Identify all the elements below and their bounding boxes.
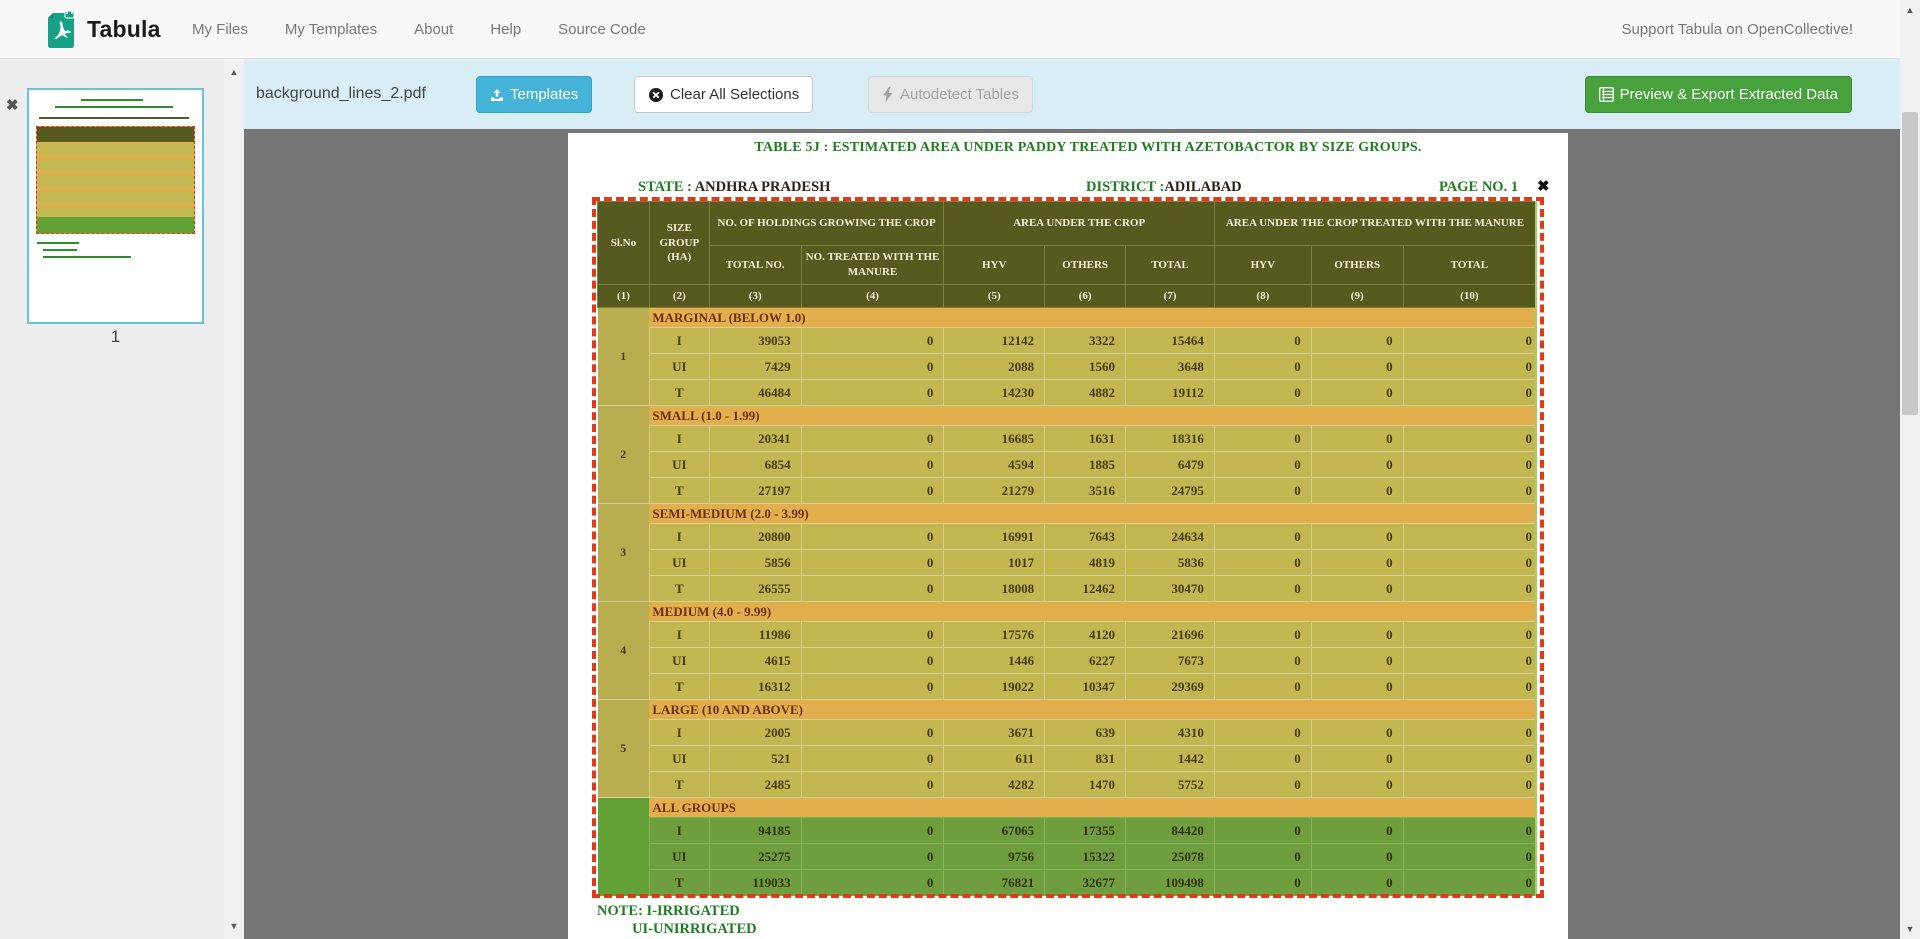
clear-all-selections-button[interactable]: Clear All Selections	[634, 76, 813, 113]
autodetect-tables-button[interactable]: Autodetect Tables	[868, 76, 1033, 113]
nav-item-about[interactable]: About	[414, 21, 453, 38]
thumbnail-meta-line	[39, 117, 189, 119]
upload-icon	[490, 88, 504, 102]
nav-item-help[interactable]: Help	[490, 21, 521, 38]
thumbnail-table-footer	[37, 217, 194, 233]
support-link[interactable]: Support Tabula on OpenCollective!	[1621, 21, 1853, 38]
tabula-app: Tabula My Files My Templates About Help …	[0, 0, 1920, 939]
scroll-down-icon[interactable]: ▼	[1900, 921, 1920, 937]
pdf-page-no: PAGE NO. 1	[1439, 179, 1518, 196]
remove-file-icon[interactable]: ✖	[6, 96, 19, 114]
scroll-up-icon[interactable]: ▲	[1900, 2, 1920, 18]
pdf-note-line1: NOTE: I-IRRIGATED	[597, 903, 740, 920]
scroll-down-icon[interactable]: ▼	[224, 918, 244, 934]
state-label: STATE :	[638, 179, 692, 195]
pdf-page[interactable]: TABLE 5J : ESTIMATED AREA UNDER PADDY TR…	[568, 133, 1568, 939]
pdf-note-line2: UI-UNIRRIGATED	[632, 921, 757, 938]
state-value: ANDHRA PRADESH	[695, 179, 831, 195]
page-thumbnail[interactable]	[27, 88, 204, 324]
flash-icon	[882, 87, 894, 102]
delete-selection-icon[interactable]: ✖	[1537, 177, 1550, 195]
remove-circle-icon	[648, 87, 664, 103]
thumbnail-title-line	[81, 99, 143, 101]
scroll-up-icon[interactable]: ▲	[224, 64, 244, 80]
export-button-label: Preview & Export Extracted Data	[1620, 86, 1838, 103]
nav-item-my-files[interactable]: My Files	[192, 21, 248, 38]
pdf-state-line: STATE : ANDHRA PRADESH	[638, 179, 830, 196]
table-list-icon	[1599, 87, 1614, 102]
pdf-district-line: DISTRICT :ADILABAD	[1086, 179, 1242, 196]
pdf-table-title: TABLE 5J : ESTIMATED AREA UNDER PADDY TR…	[568, 140, 1568, 156]
preview-export-button[interactable]: Preview & Export Extracted Data	[1585, 76, 1852, 113]
nav-item-my-templates[interactable]: My Templates	[285, 21, 377, 38]
nav-item-source-code[interactable]: Source Code	[558, 21, 646, 38]
brand[interactable]: Tabula	[45, 9, 161, 49]
templates-button-label: Templates	[510, 86, 578, 103]
thumbnail-note-line	[43, 256, 131, 258]
pdf-viewer: TABLE 5J : ESTIMATED AREA UNDER PADDY TR…	[244, 129, 1900, 939]
scrollbar-thumb[interactable]	[1902, 112, 1918, 415]
district-value: ADILABAD	[1164, 179, 1241, 195]
tabula-logo-icon	[45, 9, 77, 49]
document-toolbar: background_lines_2.pdf Templates Clear A…	[244, 59, 1900, 129]
page-scrollbar[interactable]: ▲ ▼	[1900, 0, 1920, 939]
nav-links: My Files My Templates About Help Source …	[192, 0, 646, 58]
thumbnail-subtitle-line	[55, 106, 173, 108]
brand-name: Tabula	[87, 16, 161, 43]
autodetect-button-label: Autodetect Tables	[900, 86, 1019, 103]
sidebar-scrollbar[interactable]: ▲ ▼	[224, 59, 244, 939]
clear-button-label: Clear All Selections	[670, 86, 799, 103]
district-label: DISTRICT :	[1086, 179, 1164, 195]
top-navbar: Tabula My Files My Templates About Help …	[0, 0, 1920, 59]
thumbnail-note-line	[43, 249, 77, 251]
open-filename: background_lines_2.pdf	[256, 59, 426, 129]
thumbnail-note-line	[37, 242, 79, 244]
thumbnail-table	[36, 126, 195, 234]
page-number-label: 1	[27, 327, 204, 347]
thumbnail-sidebar: ✖ 1	[0, 59, 224, 939]
thumbnail-table-header	[37, 127, 194, 142]
table-selection-box[interactable]	[592, 197, 1544, 898]
templates-button[interactable]: Templates	[476, 76, 592, 113]
